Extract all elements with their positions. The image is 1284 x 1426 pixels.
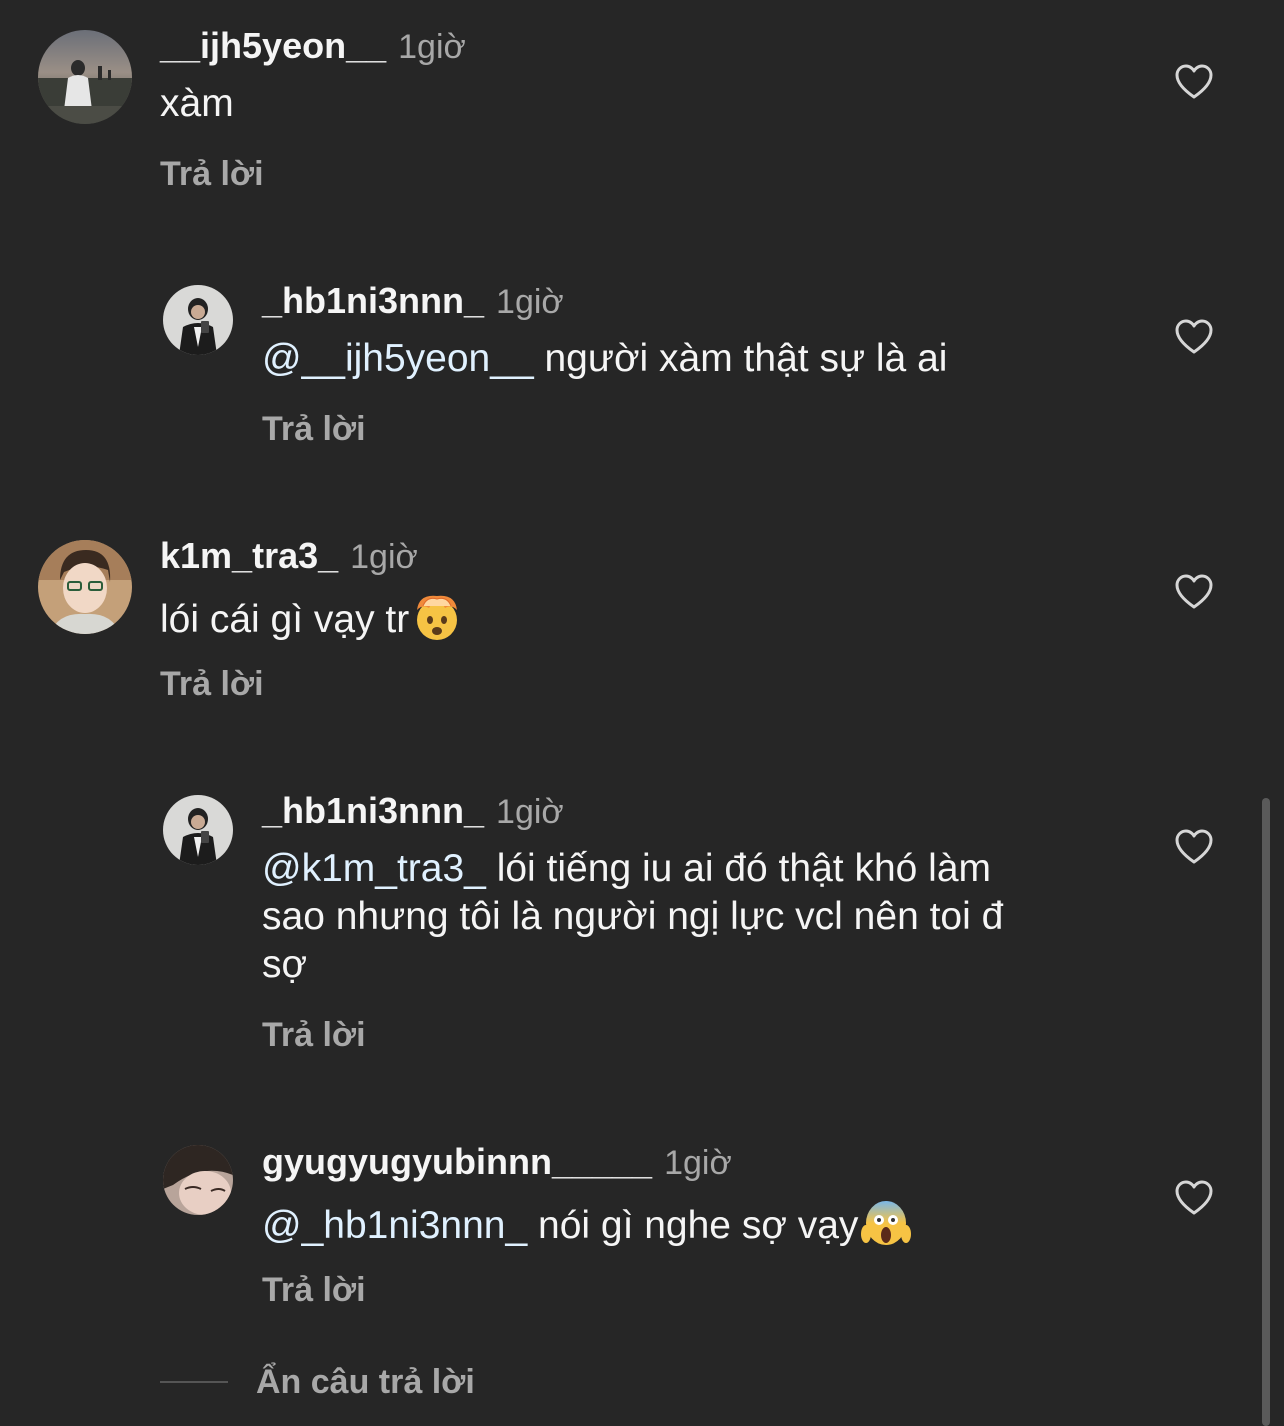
comment-header: gyugyugyubinnn_____ 1giờ (262, 1142, 732, 1190)
avatar[interactable] (38, 30, 132, 124)
reply-button[interactable]: Trả lời (262, 409, 366, 449)
comment-header: _hb1ni3nnn_ 1giờ (262, 791, 564, 839)
comment-body: nói gì nghe sợ vạy (538, 1204, 859, 1247)
comment-body: lói tiếng iu ai đó thật khó làm (496, 847, 992, 890)
comment-line: sao nhưng tôi là người ngị lực vcl nên t… (262, 895, 1004, 938)
hide-replies-button[interactable]: Ẩn câu trả lời (160, 1360, 475, 1404)
mention-link[interactable]: @__ijh5yeon__ (262, 337, 534, 380)
reply-button[interactable]: Trả lời (262, 1015, 366, 1055)
screaming-face-emoji (861, 1201, 912, 1245)
comment-header: k1m_tra3_ 1giờ (160, 536, 418, 584)
scrollbar[interactable] (1262, 798, 1270, 1426)
username[interactable]: _hb1ni3nnn_ (262, 280, 484, 321)
comment-text: @k1m_tra3_ lói tiếng iu ai đó thật khó l… (262, 845, 1003, 989)
mention-link[interactable]: @_hb1ni3nnn_ (262, 1204, 527, 1247)
timestamp: 1giờ (496, 283, 564, 321)
heart-outline-icon[interactable] (1175, 574, 1213, 610)
comment-line: sợ (262, 943, 308, 986)
timestamp: 1giờ (496, 793, 564, 831)
exploding-head-emoji (417, 595, 458, 640)
timestamp: 1giờ (664, 1144, 732, 1182)
comment-header: __ijh5yeon__ 1giờ (160, 26, 466, 74)
comment-text: xàm (160, 80, 234, 128)
username[interactable]: __ijh5yeon__ (160, 25, 386, 66)
comment-text: @_hb1ni3nnn_ nói gì nghe sợ vạy (262, 1196, 912, 1250)
comment-body: lói cái gì vạy tr (160, 598, 410, 641)
avatar[interactable] (163, 1145, 233, 1215)
comment-line: @k1m_tra3_ lói tiếng iu ai đó thật khó l… (262, 845, 1003, 893)
avatar[interactable] (163, 285, 233, 355)
reply-button[interactable]: Trả lời (160, 154, 264, 194)
timestamp: 1giờ (398, 28, 466, 66)
comment-header: _hb1ni3nnn_ 1giờ (262, 281, 564, 329)
reply-button[interactable]: Trả lời (160, 664, 264, 704)
divider (160, 1381, 228, 1383)
comment-text: @__ijh5yeon__ người xàm thật sự là ai (262, 335, 947, 383)
username[interactable]: _hb1ni3nnn_ (262, 790, 484, 831)
heart-outline-icon[interactable] (1175, 64, 1213, 100)
heart-outline-icon[interactable] (1175, 829, 1213, 865)
username[interactable]: gyugyugyubinnn_____ (262, 1141, 652, 1182)
comments-thread: __ijh5yeon__ 1giờ xàm Trả lời _hb1ni3nnn_… (0, 0, 1284, 1426)
timestamp: 1giờ (350, 538, 418, 576)
comment-body: người xàm thật sự là ai (544, 337, 948, 380)
heart-outline-icon[interactable] (1175, 319, 1213, 355)
avatar[interactable] (38, 540, 132, 634)
hide-replies-label: Ẩn câu trả lời (256, 1362, 475, 1401)
comment-body: xàm (160, 82, 234, 125)
avatar[interactable] (163, 795, 233, 865)
mention-link[interactable]: @k1m_tra3_ (262, 847, 486, 890)
heart-outline-icon[interactable] (1175, 1180, 1213, 1216)
reply-button[interactable]: Trả lời (262, 1270, 366, 1310)
comment-text: lói cái gì vạy tr (160, 590, 463, 644)
username[interactable]: k1m_tra3_ (160, 535, 338, 576)
